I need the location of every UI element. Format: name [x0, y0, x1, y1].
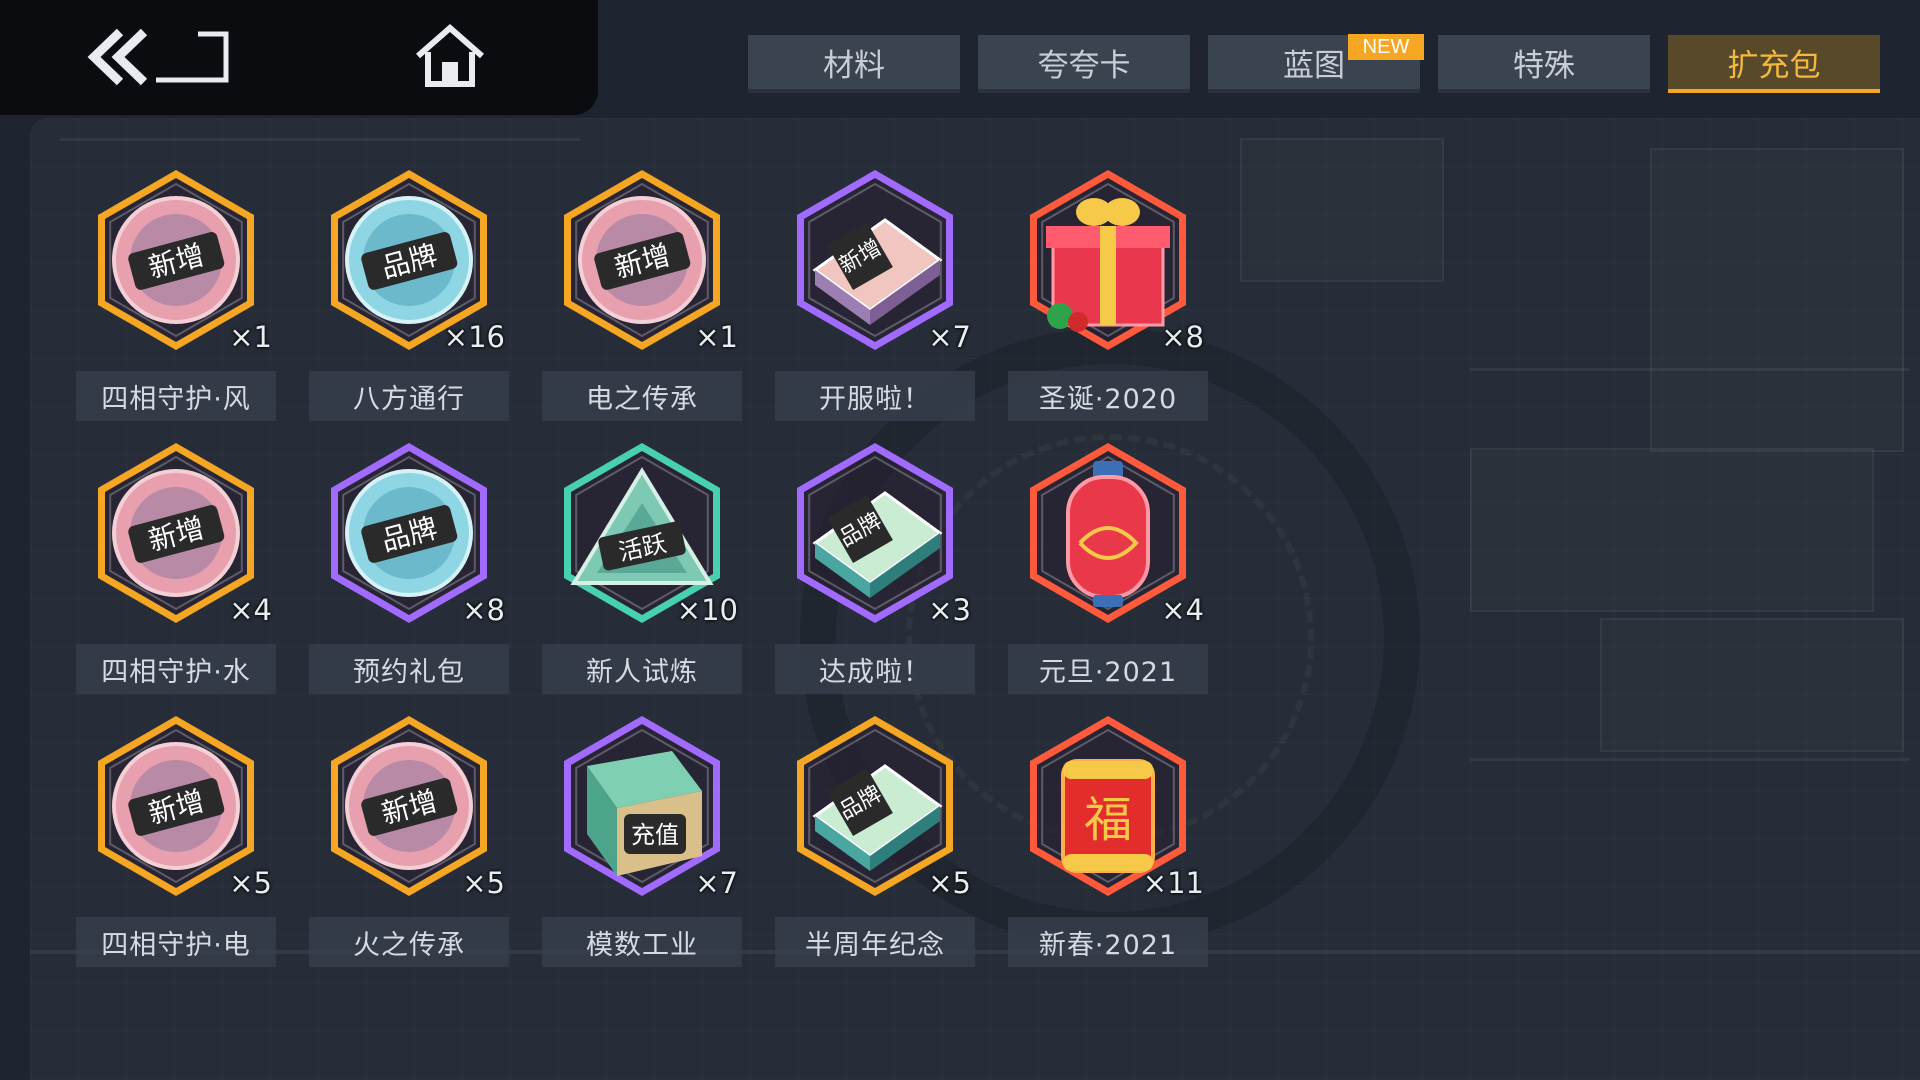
expansion-pack-item[interactable]: ×4 元旦·2021	[998, 433, 1218, 694]
item-name: 元旦·2021	[1008, 644, 1208, 694]
background-decoration	[60, 138, 580, 141]
expansion-pack-item[interactable]: 活跃 ×10 新人试炼	[532, 433, 752, 694]
background-decoration	[1650, 148, 1904, 452]
expansion-pack-item[interactable]: 新增 ×5 火之传承	[299, 706, 519, 967]
item-count: ×1	[695, 320, 738, 354]
tab-label: 材料	[823, 47, 885, 84]
item-count: ×3	[928, 593, 971, 627]
svg-text:福: 福	[1084, 792, 1132, 848]
expansion-pack-item[interactable]: 品牌 ×3 达成啦！	[765, 433, 985, 694]
item-count: ×4	[229, 593, 272, 627]
background-decoration	[1470, 758, 1910, 761]
expansion-pack-item[interactable]: 新增 ×1 电之传承	[532, 160, 752, 421]
tab-expansion-packs[interactable]: 扩充包	[1668, 35, 1880, 93]
expansion-pack-item[interactable]: 充值 ×7 模数工业	[532, 706, 752, 967]
home-button[interactable]	[410, 22, 490, 92]
item-name: 圣诞·2020	[1008, 371, 1208, 421]
item-name: 开服啦！	[775, 371, 975, 421]
background-decoration	[1240, 138, 1444, 282]
item-name: 四相守护·电	[76, 917, 276, 967]
expansion-pack-item[interactable]: 新增 ×7 开服啦！	[765, 160, 985, 421]
tab-label: 夸夸卡	[1037, 47, 1131, 84]
expansion-pack-item[interactable]: 新增 ×4 四相守护·水	[66, 433, 286, 694]
item-name: 预约礼包	[309, 644, 509, 694]
tab-label: 扩充包	[1727, 47, 1821, 84]
item-count: ×5	[928, 866, 971, 900]
svg-text:充值: 充值	[631, 821, 679, 849]
expansion-pack-item[interactable]: 新增 ×1 四相守护·风	[66, 160, 286, 421]
expansion-pack-item[interactable]: 品牌 ×5 半周年纪念	[765, 706, 985, 967]
expansion-pack-item[interactable]: 福 ×11 新春·2021	[998, 706, 1218, 967]
item-count: ×8	[462, 593, 505, 627]
double-chevron-left-icon	[87, 28, 229, 86]
tab-special[interactable]: 特殊	[1438, 35, 1650, 93]
expansion-pack-item[interactable]: 品牌 ×8 预约礼包	[299, 433, 519, 694]
item-count: ×7	[928, 320, 971, 354]
item-name: 模数工业	[542, 917, 742, 967]
background-decoration	[1470, 368, 1910, 371]
item-name: 电之传承	[542, 371, 742, 421]
home-icon	[416, 24, 484, 87]
item-count: ×5	[229, 866, 272, 900]
nav-panel	[0, 0, 598, 115]
item-name: 新春·2021	[1008, 917, 1208, 967]
item-count: ×5	[462, 866, 505, 900]
item-name: 火之传承	[309, 917, 509, 967]
item-name: 四相守护·水	[76, 644, 276, 694]
back-button[interactable]	[80, 22, 240, 92]
item-name: 达成啦！	[775, 644, 975, 694]
item-count: ×10	[676, 593, 738, 627]
tab-label: 特殊	[1513, 47, 1575, 84]
tab-praise-cards[interactable]: 夸夸卡	[978, 35, 1190, 93]
item-count: ×8	[1161, 320, 1204, 354]
background-decoration	[1600, 618, 1904, 752]
tab-materials[interactable]: 材料	[748, 35, 960, 93]
item-count: ×1	[229, 320, 272, 354]
item-name: 四相守护·风	[76, 371, 276, 421]
item-count: ×16	[443, 320, 505, 354]
item-name: 半周年纪念	[775, 917, 975, 967]
item-count: ×7	[695, 866, 738, 900]
item-name: 新人试炼	[542, 644, 742, 694]
background-decoration	[1470, 448, 1874, 612]
item-count: ×11	[1142, 866, 1204, 900]
expansion-pack-item[interactable]: 新增 ×5 四相守护·电	[66, 706, 286, 967]
new-badge: NEW	[1348, 34, 1424, 60]
expansion-pack-item[interactable]: ×8 圣诞·2020	[998, 160, 1218, 421]
tab-label: 蓝图	[1283, 47, 1345, 84]
item-count: ×4	[1161, 593, 1204, 627]
item-name: 八方通行	[309, 371, 509, 421]
expansion-pack-item[interactable]: 品牌 ×16 八方通行	[299, 160, 519, 421]
